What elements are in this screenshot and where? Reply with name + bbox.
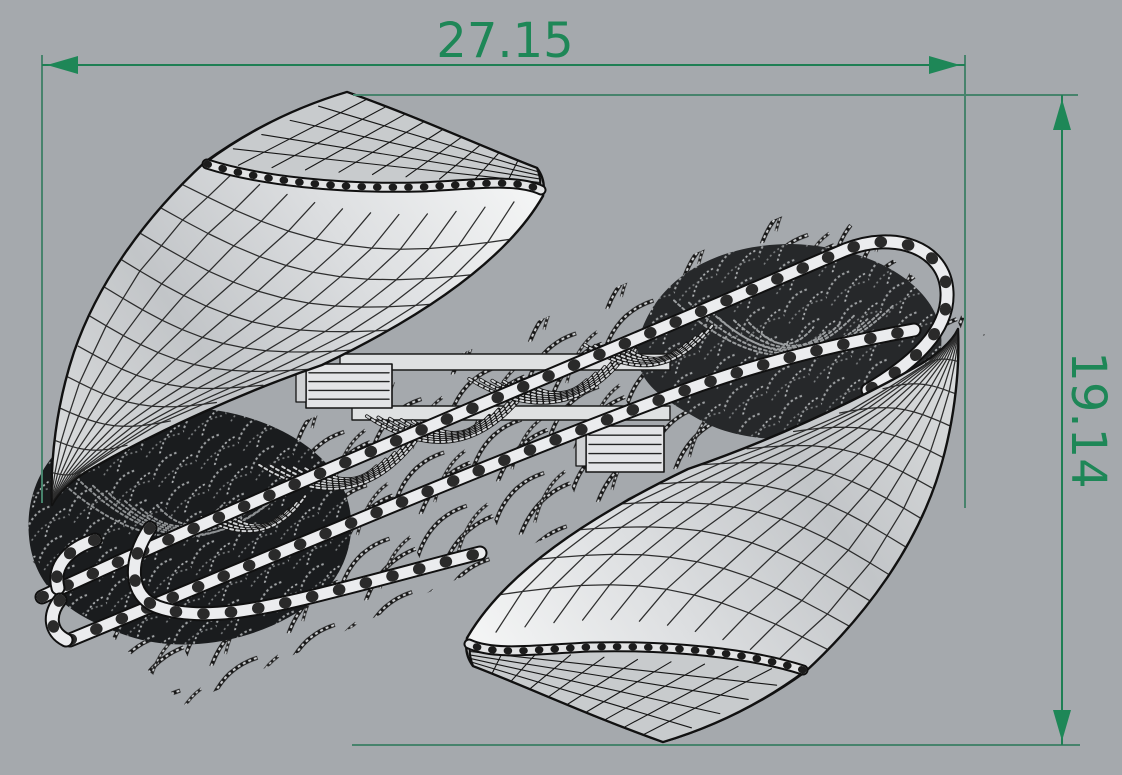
height-dimension-label[interactable]: 19.14 <box>1060 351 1116 488</box>
dim-arrow-right <box>929 56 960 74</box>
dimension-vertical[interactable]: 19.14 <box>1053 95 1116 745</box>
dim-arrow-bottom <box>1053 710 1071 741</box>
cad-viewport[interactable]: 27.15 19.14 <box>0 0 1122 775</box>
width-dimension-label[interactable]: 27.15 <box>436 13 573 69</box>
dim-arrow-top <box>1053 99 1071 130</box>
wireframe-model[interactable] <box>15 90 985 742</box>
model-scene[interactable]: 27.15 19.14 <box>0 0 1122 775</box>
dim-arrow-left <box>47 56 78 74</box>
dimension-horizontal[interactable]: 27.15 <box>42 13 965 74</box>
